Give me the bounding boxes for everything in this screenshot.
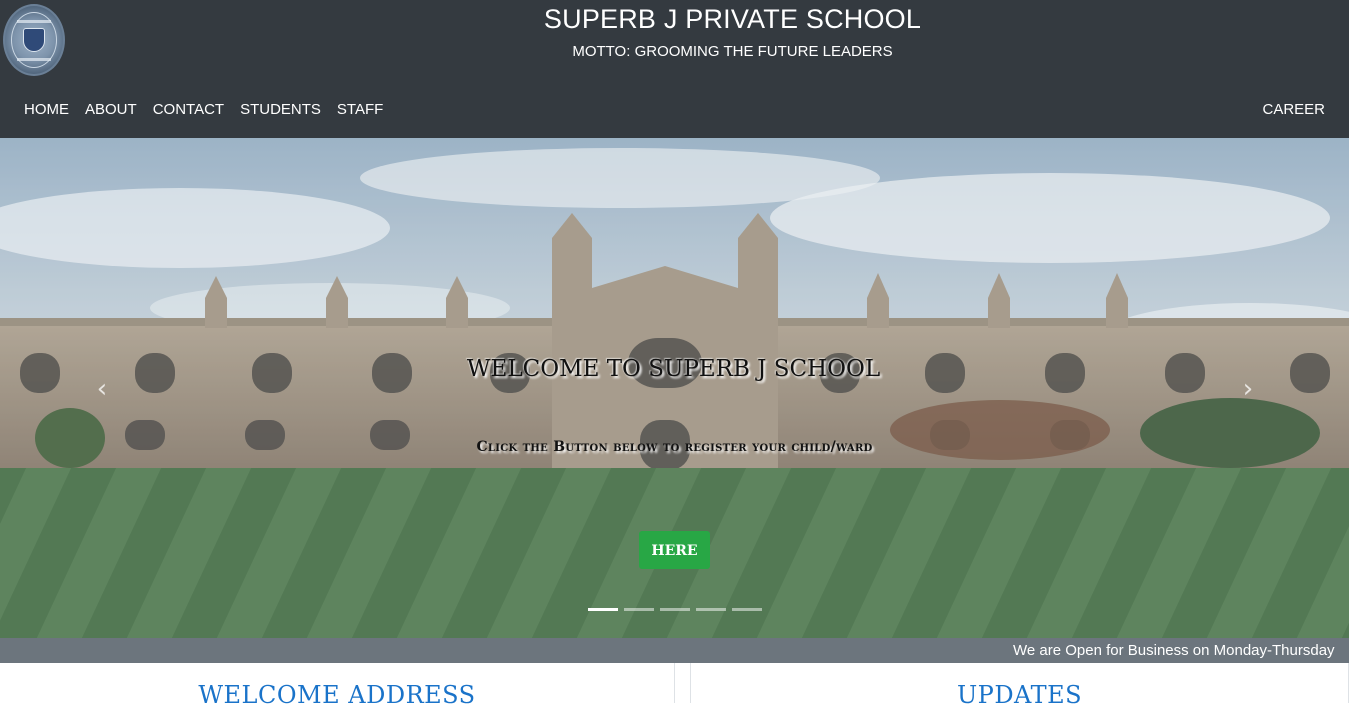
carousel-indicator[interactable] bbox=[732, 608, 762, 611]
ticker-text: We are Open for Business on Monday-Thurs… bbox=[1013, 642, 1335, 659]
updates-panel: UPDATES bbox=[690, 663, 1349, 709]
nav-staff[interactable]: STAFF bbox=[329, 99, 391, 121]
register-here-button[interactable]: HERE bbox=[639, 531, 710, 569]
carousel-indicator[interactable] bbox=[588, 608, 618, 611]
hero-carousel: WELCOME TO SUPERB J SCHOOL Click the But… bbox=[0, 138, 1349, 638]
carousel-indicator[interactable] bbox=[624, 608, 654, 611]
nav-contact[interactable]: CONTACT bbox=[145, 99, 232, 121]
school-motto: MOTTO: GROOMING THE FUTURE LEADERS bbox=[572, 43, 893, 60]
chevron-right-icon[interactable]: › bbox=[1238, 374, 1258, 404]
hero-subtitle: Click the Button below to register your … bbox=[476, 439, 873, 455]
carousel-indicators bbox=[588, 608, 762, 611]
nav-home[interactable]: HOME bbox=[16, 99, 77, 121]
main-nav: HOME ABOUT CONTACT STUDENTS STAFF bbox=[16, 99, 391, 121]
welcome-heading: WELCOME ADDRESS bbox=[198, 681, 476, 709]
announcement-ticker: We are Open for Business on Monday-Thurs… bbox=[0, 638, 1349, 663]
nav-about[interactable]: ABOUT bbox=[77, 99, 145, 121]
nav-career[interactable]: CAREER bbox=[1262, 99, 1325, 121]
site-header: SUPERB J PRIVATE SCHOOL MOTTO: GROOMING … bbox=[0, 0, 1349, 138]
nav-students[interactable]: STUDENTS bbox=[232, 99, 329, 121]
school-title: SUPERB J PRIVATE SCHOOL bbox=[543, 4, 922, 34]
hero-title: WELCOME TO SUPERB J SCHOOL bbox=[466, 356, 881, 382]
carousel-indicator[interactable] bbox=[696, 608, 726, 611]
updates-heading: UPDATES bbox=[956, 681, 1083, 709]
carousel-indicator[interactable] bbox=[660, 608, 690, 611]
chevron-left-icon[interactable]: ‹ bbox=[92, 374, 112, 404]
welcome-panel: WELCOME ADDRESS bbox=[0, 663, 675, 709]
